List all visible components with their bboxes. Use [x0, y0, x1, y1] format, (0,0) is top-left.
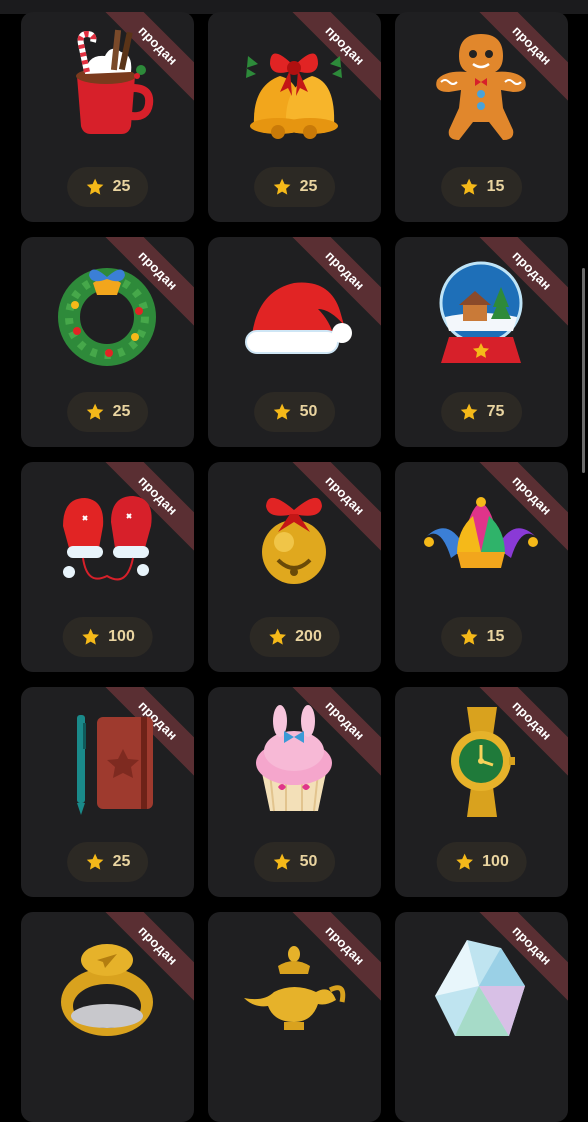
- star-icon: [81, 628, 99, 645]
- price-tag: 25: [66, 392, 149, 432]
- star-icon: [273, 403, 290, 420]
- gift-card-mittens[interactable]: продан 100: [21, 462, 194, 672]
- price-value: 25: [299, 178, 318, 195]
- star-icon: [273, 853, 290, 870]
- price-value: 25: [112, 403, 131, 420]
- gold-watch-icon: [421, 701, 541, 821]
- price-value: 15: [486, 178, 505, 195]
- star-icon: [460, 403, 477, 420]
- gift-card-crystal[interactable]: продан: [395, 912, 568, 1122]
- price-tag: 25: [66, 842, 149, 882]
- gift-card-snow-globe[interactable]: продан 75: [395, 237, 568, 447]
- gift-card-magic-lamp[interactable]: продан: [208, 912, 381, 1122]
- price-tag: 50: [253, 842, 336, 882]
- golden-bell-icon: [234, 476, 354, 596]
- price-tag: 200: [249, 617, 340, 657]
- price-tag: 100: [62, 617, 153, 657]
- price-tag: 100: [436, 842, 527, 882]
- price-value: 50: [299, 853, 318, 870]
- snow-globe-icon: [421, 251, 541, 371]
- star-icon: [273, 178, 290, 195]
- notebook-icon: [47, 701, 167, 821]
- gift-card-gold-watch[interactable]: продан 100: [395, 687, 568, 897]
- jester-hat-icon: [421, 476, 541, 596]
- price-value: 25: [112, 853, 131, 870]
- star-icon: [86, 403, 103, 420]
- hot-chocolate-icon: [47, 26, 167, 146]
- gift-grid: продан 25 продан 25 продан 15 продан 25 …: [21, 12, 568, 1122]
- price-value: 100: [108, 628, 135, 645]
- star-icon: [268, 628, 286, 645]
- scrollbar[interactable]: [582, 268, 585, 473]
- crystal-icon: [421, 926, 541, 1046]
- gift-card-christmas-wreath[interactable]: продан 25: [21, 237, 194, 447]
- santa-hat-icon: [234, 251, 354, 371]
- gift-card-golden-bell[interactable]: продан 200: [208, 462, 381, 672]
- star-icon: [86, 178, 103, 195]
- jingle-bells-icon: [234, 26, 354, 146]
- price-value: 50: [299, 403, 318, 420]
- gift-card-gingerbread-man[interactable]: продан 15: [395, 12, 568, 222]
- gift-card-notebook[interactable]: продан 25: [21, 687, 194, 897]
- gift-card-cupcake[interactable]: продан 50: [208, 687, 381, 897]
- price-tag: 15: [440, 167, 523, 207]
- price-tag: 50: [253, 392, 336, 432]
- cupcake-icon: [234, 701, 354, 821]
- mittens-icon: [47, 476, 167, 596]
- price-value: 15: [486, 628, 505, 645]
- price-value: 200: [295, 628, 322, 645]
- signet-ring-icon: [47, 926, 167, 1046]
- price-tag: 25: [253, 167, 336, 207]
- gift-card-jester-hat[interactable]: продан 15: [395, 462, 568, 672]
- price-tag: 15: [440, 617, 523, 657]
- price-tag: 75: [440, 392, 523, 432]
- gift-card-santa-hat[interactable]: продан 50: [208, 237, 381, 447]
- price-value: 25: [112, 178, 131, 195]
- gift-card-hot-chocolate[interactable]: продан 25: [21, 12, 194, 222]
- price-value: 100: [482, 853, 509, 870]
- christmas-wreath-icon: [47, 251, 167, 371]
- price-tag: 25: [66, 167, 149, 207]
- star-icon: [460, 178, 477, 195]
- star-icon: [86, 853, 103, 870]
- gingerbread-man-icon: [421, 26, 541, 146]
- gift-card-jingle-bells[interactable]: продан 25: [208, 12, 381, 222]
- magic-lamp-icon: [234, 926, 354, 1046]
- gift-card-signet-ring[interactable]: продан: [21, 912, 194, 1122]
- price-value: 75: [486, 403, 505, 420]
- star-icon: [455, 853, 473, 870]
- star-icon: [460, 628, 477, 645]
